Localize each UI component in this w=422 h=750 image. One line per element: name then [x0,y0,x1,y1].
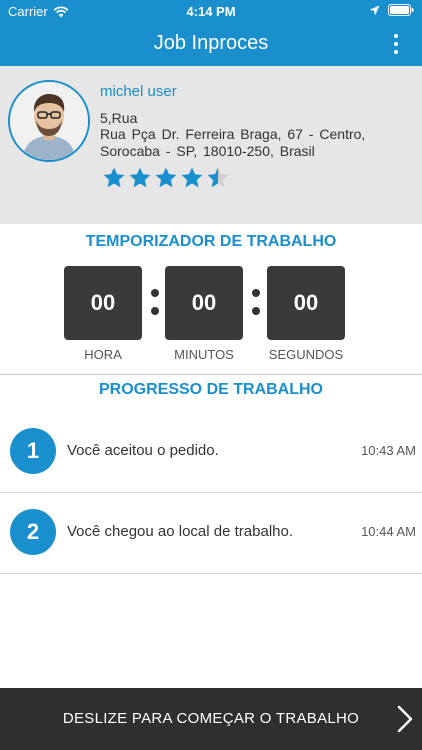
step-time: 10:44 AM [361,524,416,539]
progress-step: 2 Você chegou ao local de trabalho. 10:4… [0,492,422,572]
timer-title: TEMPORIZADOR DE TRABALHO [85,233,337,250]
profile-card: michel user 5,Rua Rua Pça Dr. Ferreira B… [0,66,422,290]
user-name: michel user [100,83,177,100]
address-line-1: 5,Rua [100,110,138,126]
step-text: Você chegou ao local de trabalho. [67,523,294,540]
star-icon [103,167,125,188]
more-options-icon[interactable] [392,34,400,54]
star-icon [181,167,203,188]
timer-colon [151,287,159,317]
star-icon [129,167,151,188]
user-avatar-icon [10,82,88,160]
timer-seconds: 00 [267,266,345,340]
battery-icon [388,4,414,16]
swipe-to-start-slider[interactable]: DESLIZE PARA COMEÇAR O TRABALHO [0,688,422,750]
timer-seconds-label: SEGUNDOS [268,347,344,362]
status-bar: Carrier 4:14 PM [0,0,422,22]
timer-minutes: 00 [165,266,243,340]
step-number-badge: 2 [10,509,56,555]
star-icon [207,167,229,188]
step-time: 10:43 AM [361,443,416,458]
menu-dot [394,42,398,46]
page-title: Job Inproces [153,32,269,54]
star-icon [155,167,177,188]
timer-minutes-label: MINUTOS [174,347,234,362]
nav-bar: Job Inproces [0,22,422,66]
step-number-badge: 1 [10,428,56,474]
menu-dot [394,50,398,54]
menu-dot [394,34,398,38]
swipe-label: DESLIZE PARA COMEÇAR O TRABALHO [62,710,360,727]
location-arrow-icon [369,5,380,15]
status-right [369,4,414,16]
section-divider [0,374,422,375]
timer-colon [252,287,260,317]
avatar [8,80,90,162]
rating-stars [102,166,230,190]
timer-hours-label: HORA [84,347,122,362]
status-time: 4:14 PM [186,4,236,19]
row-divider [0,573,422,574]
step-text: Você aceitou o pedido. [67,442,219,459]
address-line-2: Rua Pça Dr. Ferreira Braga, 67 - Centro,… [100,126,366,159]
progress-step: 1 Você aceitou o pedido. 10:43 AM [0,411,422,491]
progress-title: PROGRESSO DE TRABALHO [98,381,323,398]
chevron-right-icon[interactable] [396,705,414,733]
timer-hours: 00 [64,266,142,340]
